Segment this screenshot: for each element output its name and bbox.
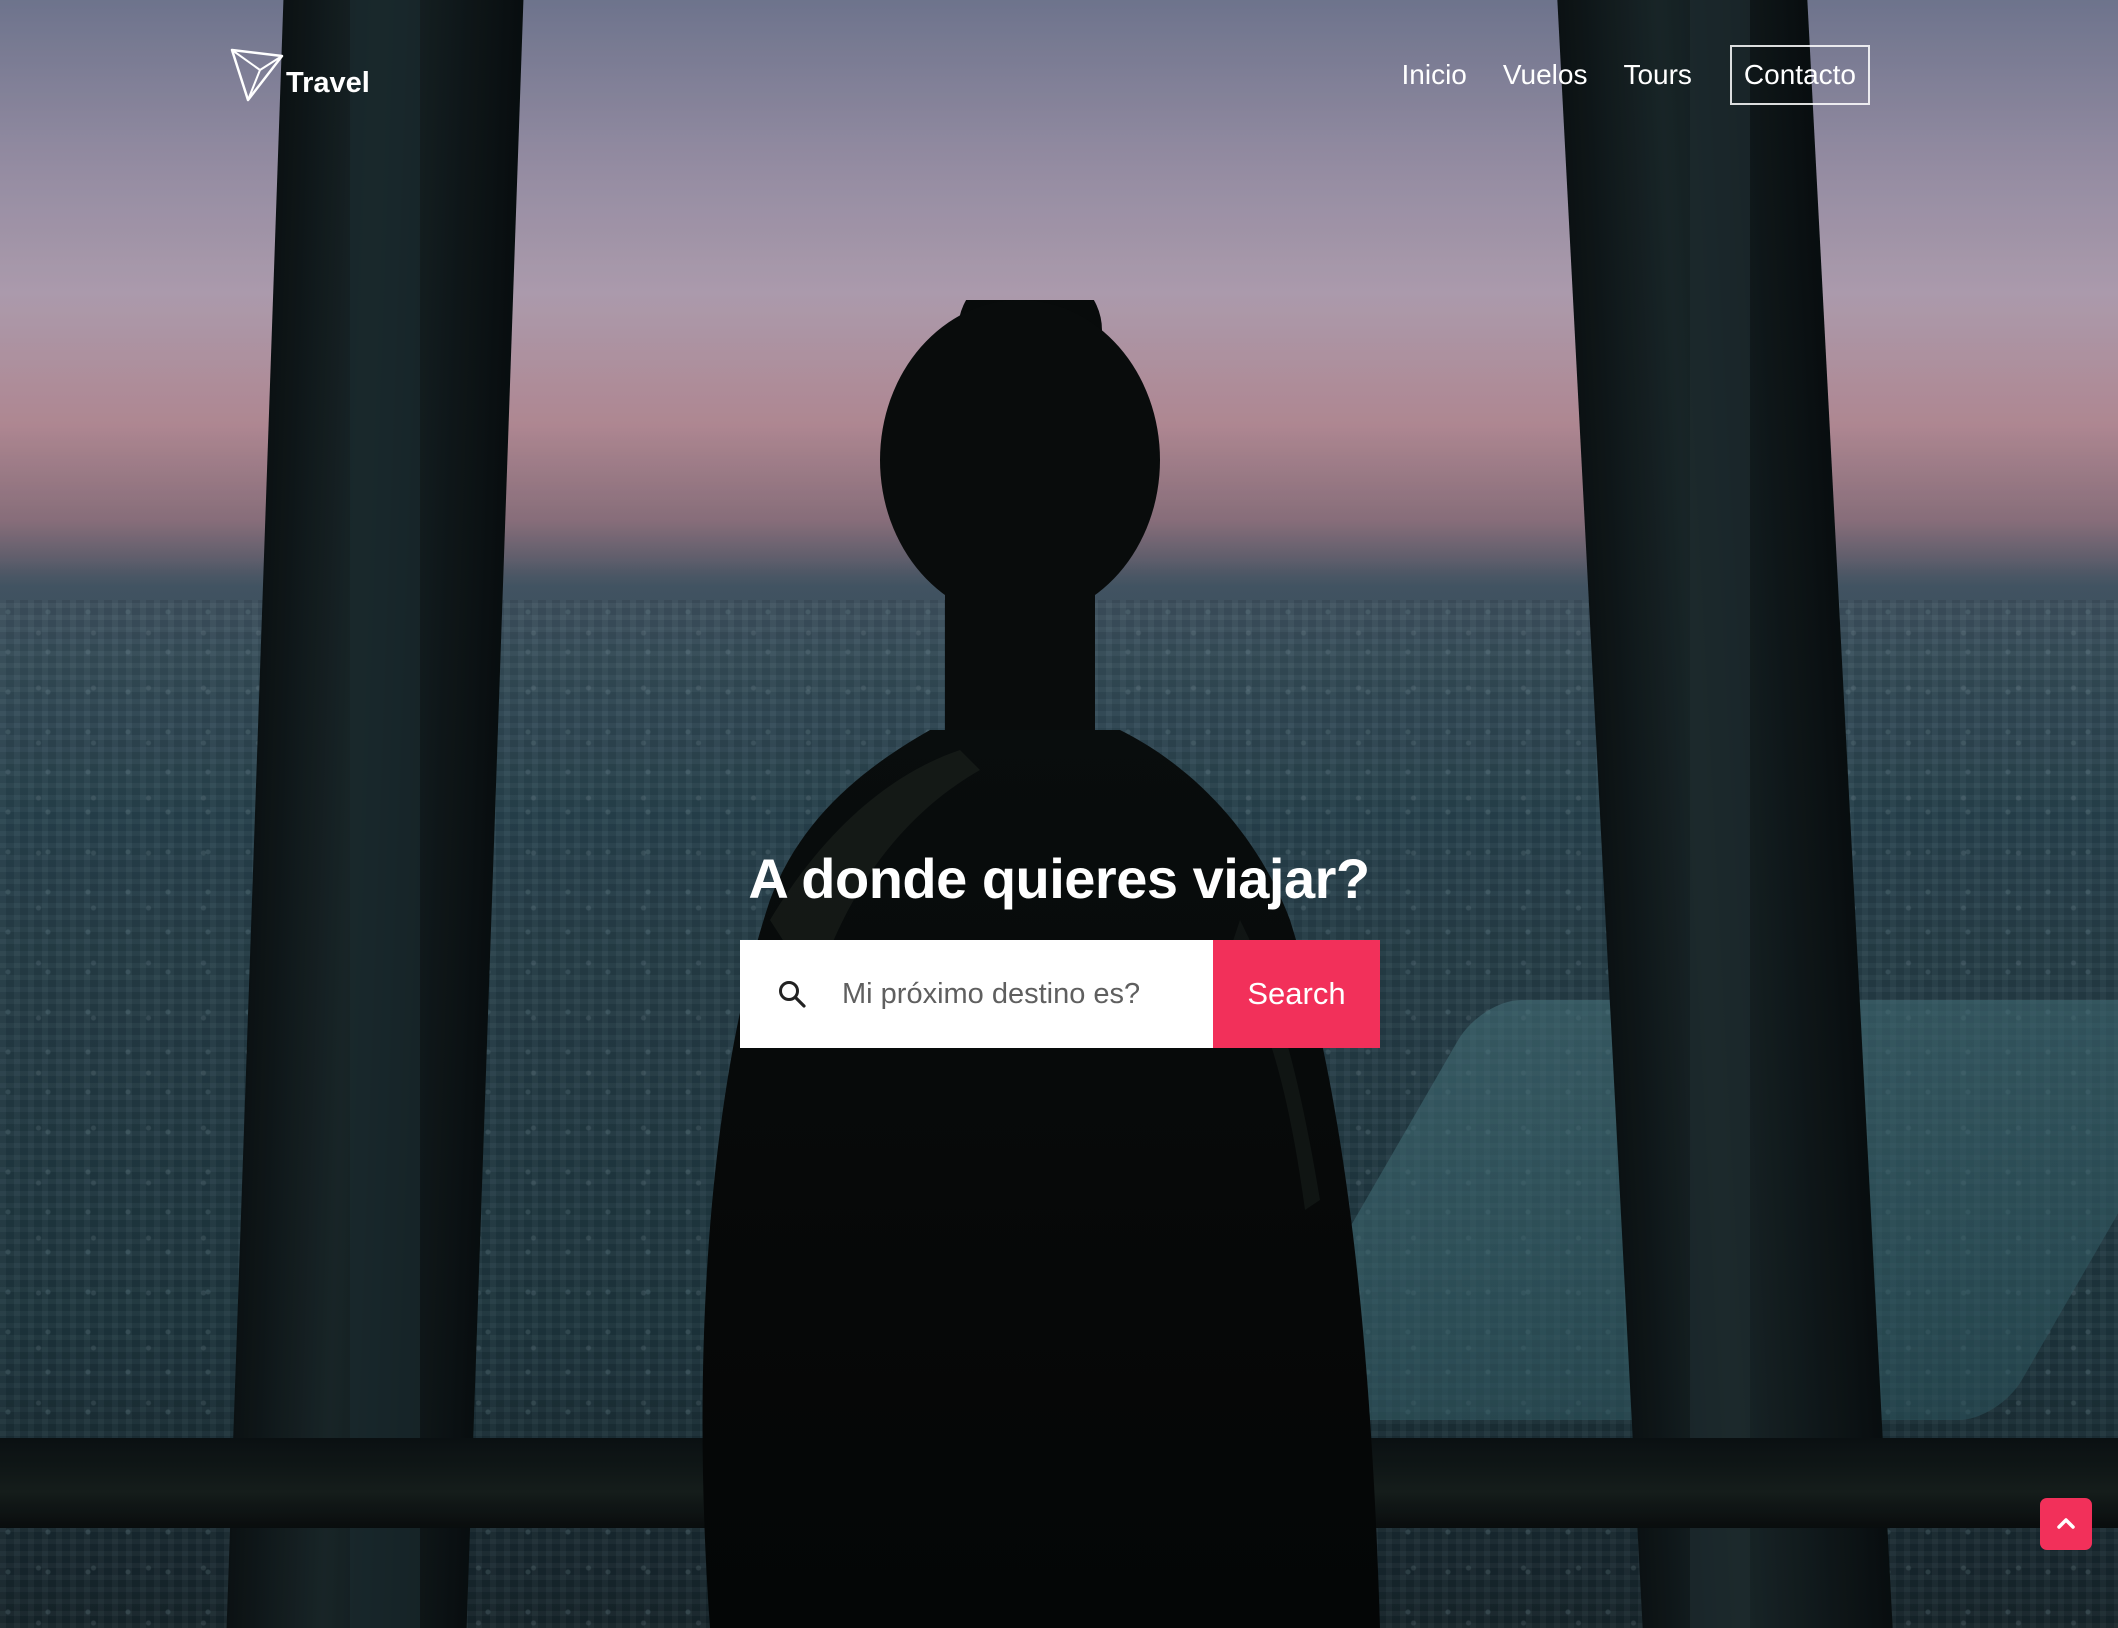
dark-overlay bbox=[0, 0, 2118, 1628]
search-button[interactable]: Search bbox=[1213, 940, 1380, 1048]
nav-links: Inicio Vuelos Tours Contacto bbox=[1382, 45, 1870, 105]
nav-item-tours[interactable]: Tours bbox=[1607, 49, 1707, 101]
hero-headline: A donde quieres viajar? bbox=[748, 847, 1370, 910]
nav-item-inicio[interactable]: Inicio bbox=[1386, 49, 1483, 101]
brand-name: Travel bbox=[286, 67, 370, 99]
paper-plane-icon bbox=[230, 48, 284, 102]
search-form: Search bbox=[740, 940, 1380, 1048]
hero-section: Travel Inicio Vuelos Tours Contacto A do… bbox=[0, 0, 2118, 1628]
chevron-up-icon bbox=[2057, 1518, 2075, 1529]
nav-item-vuelos[interactable]: Vuelos bbox=[1487, 49, 1604, 101]
top-navbar: Travel Inicio Vuelos Tours Contacto bbox=[0, 0, 2118, 150]
search-field[interactable] bbox=[740, 940, 1213, 1048]
search-icon bbox=[772, 974, 812, 1014]
nav-item-contacto[interactable]: Contacto bbox=[1729, 45, 1870, 105]
brand-logo[interactable]: Travel bbox=[230, 46, 370, 104]
search-input[interactable] bbox=[840, 976, 1184, 1012]
scroll-to-top-button[interactable] bbox=[2040, 1498, 2092, 1550]
